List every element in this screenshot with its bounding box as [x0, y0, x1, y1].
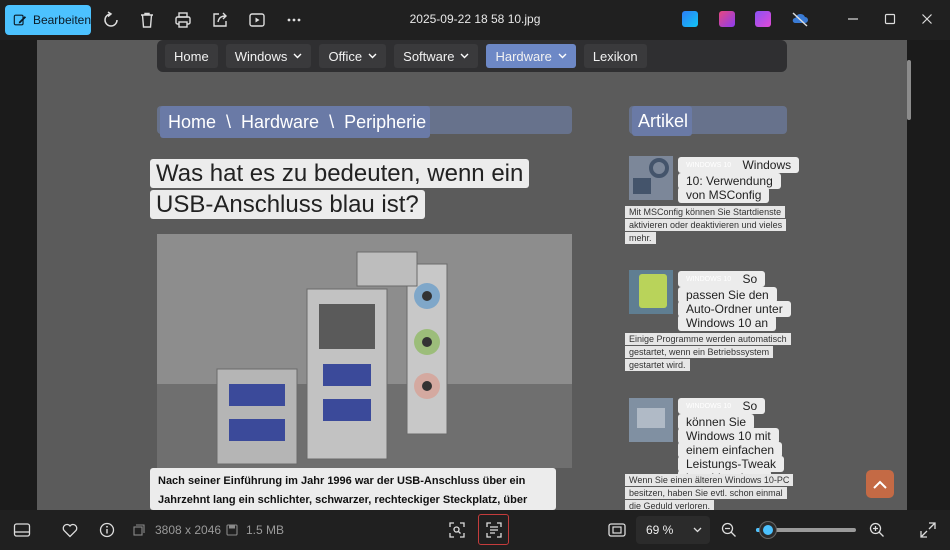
fit-to-window-icon[interactable] [608, 521, 626, 539]
edit-button[interactable]: Bearbeiten [5, 5, 91, 35]
article-2-description: Einige Programme werden automatisch gest… [625, 333, 791, 372]
breadcrumb-separator: \ [329, 111, 335, 132]
chevron-down-icon [558, 53, 567, 59]
file-size: 1.5 MB [246, 523, 285, 537]
edit-icon [13, 14, 27, 26]
auto-folder-thumbnail [629, 270, 673, 314]
more-options-icon[interactable] [283, 9, 305, 31]
article-3-title: WINDOWS 10 So können Sie Windows 10 mit … [678, 398, 798, 486]
article-1-badge: WINDOWS 10 [682, 158, 736, 174]
image-viewport[interactable]: Home Windows Office Software Hardware Le… [0, 40, 950, 510]
usb-ports-photo [157, 234, 572, 468]
zoom-out-icon[interactable] [720, 521, 738, 539]
nav-office-label: Office [328, 48, 363, 64]
nav-lexikon-label: Lexikon [592, 48, 638, 64]
chevron-down-icon [693, 527, 702, 533]
article-1-description-text: Mit MSConfig können Sie Startdienste akt… [625, 206, 787, 244]
photo-app-icon[interactable] [755, 11, 771, 27]
article-3-badge: WINDOWS 10 [682, 399, 736, 415]
status-bar: 3808 x 2046 1.5 MB 69 % [0, 510, 950, 550]
breadcrumb-peripherie: Peripherie [344, 111, 427, 132]
sidebar-heading: Artikel [632, 106, 692, 136]
site-navigation: Home Windows Office Software Hardware Le… [157, 40, 787, 72]
close-icon[interactable] [916, 8, 938, 30]
nav-hardware-label: Hardware [495, 48, 552, 64]
zoom-in-icon[interactable] [868, 521, 886, 539]
article-2-title: WINDOWS 10 So passen Sie den Auto-Ordner… [678, 271, 796, 331]
minimize-icon[interactable] [842, 8, 864, 30]
filmstrip-icon[interactable] [13, 521, 31, 539]
delete-icon[interactable] [136, 9, 158, 31]
article-3-description: Wenn Sie einen älteren Windows 10-PC bes… [625, 474, 794, 510]
breadcrumb-home: Home [168, 111, 217, 132]
breadcrumb: Home \ Hardware \ Peripherie [160, 106, 430, 138]
maximize-icon[interactable] [879, 8, 901, 30]
article-headline: Was hat es zu bedeuten, wenn ein USB-Ans… [150, 158, 552, 220]
nav-home: Home [165, 44, 218, 68]
vertical-scrollbar[interactable] [907, 60, 911, 120]
file-size-icon [225, 521, 239, 539]
cloud-off-icon[interactable] [791, 11, 808, 27]
chevron-down-icon [460, 53, 469, 59]
image-dimensions: 3808 x 2046 [155, 523, 222, 537]
performance-tweak-thumbnail [629, 398, 673, 442]
nav-home-label: Home [174, 48, 209, 64]
article-1-title: WINDOWS 10 Windows 10: Verwendung von MS… [678, 157, 800, 203]
designer-app-icon[interactable] [682, 11, 698, 27]
msconfig-thumbnail [629, 156, 673, 200]
nav-windows-label: Windows [234, 48, 288, 64]
edit-button-label: Bearbeiten [32, 13, 91, 27]
visual-search-icon[interactable] [448, 521, 466, 539]
displayed-image: Home Windows Office Software Hardware Le… [37, 40, 907, 510]
slideshow-icon[interactable] [246, 9, 268, 31]
zoom-level-value: 69 % [646, 523, 674, 537]
scroll-to-top-button [866, 470, 894, 498]
nav-software-label: Software [403, 48, 455, 64]
file-title: 2025-09-22 18 58 10.jpg [409, 12, 541, 26]
nav-software: Software [394, 44, 479, 68]
fullscreen-icon[interactable] [919, 521, 937, 539]
nav-lexikon: Lexikon [583, 44, 647, 68]
nav-hardware: Hardware [486, 44, 576, 68]
chevron-up-icon [873, 480, 887, 489]
dimensions-icon [132, 521, 146, 539]
breadcrumb-hardware: Hardware [241, 111, 320, 132]
zoom-slider-thumb[interactable] [760, 522, 776, 538]
nav-office: Office [319, 44, 387, 68]
breadcrumb-separator: \ [226, 111, 232, 132]
print-icon[interactable] [172, 9, 194, 31]
favorite-heart-icon[interactable] [61, 521, 79, 539]
share-icon[interactable] [209, 9, 231, 31]
article-3-description-text: Wenn Sie einen älteren Windows 10-PC bes… [625, 474, 794, 510]
zoom-level-dropdown[interactable]: 69 % [636, 516, 710, 544]
text-scan-icon [485, 521, 502, 538]
clipchamp-app-icon[interactable] [719, 11, 735, 27]
article-1-description: Mit MSConfig können Sie Startdienste akt… [625, 206, 790, 245]
article-2-description-text: Einige Programme werden automatisch gest… [625, 333, 791, 371]
chevron-down-icon [293, 53, 302, 59]
text-recognition-button[interactable] [478, 514, 509, 545]
nav-windows: Windows [225, 44, 312, 68]
article-body: Nach seiner Einführung im Jahr 1996 war … [150, 468, 556, 510]
article-2-badge: WINDOWS 10 [682, 272, 736, 288]
chevron-down-icon [368, 53, 377, 59]
title-bar: Bearbeiten 2025-09-22 18 58 10.jpg [0, 0, 950, 40]
article-headline-text: Was hat es zu bedeuten, wenn ein USB-Ans… [150, 159, 530, 219]
zoom-slider[interactable] [756, 522, 856, 538]
rotate-icon[interactable] [100, 9, 122, 31]
info-icon[interactable] [98, 521, 116, 539]
